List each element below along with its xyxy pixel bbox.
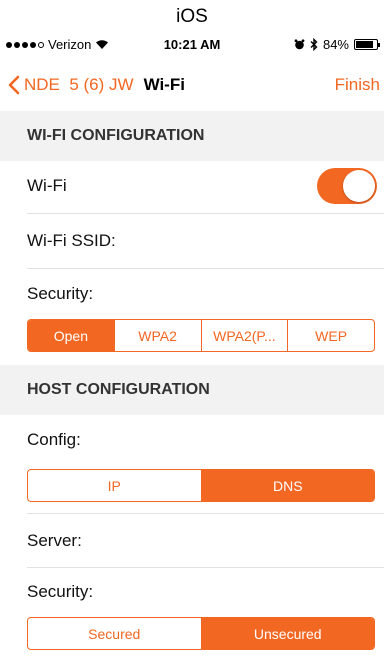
- wifi-row: Wi-Fi: [0, 161, 384, 211]
- status-bar: Verizon 10:21 AM 84%: [0, 37, 384, 55]
- os-label: iOS: [176, 6, 208, 27]
- host-security-label: Security:: [27, 582, 94, 601]
- wifi-label: Wi-Fi: [27, 176, 67, 195]
- battery-icon: [354, 39, 380, 50]
- chevron-left-icon: [8, 75, 20, 95]
- back-button[interactable]: NDE 5 (6) JW: [8, 75, 134, 95]
- finish-button[interactable]: Finish: [335, 75, 380, 95]
- server-row[interactable]: Server:: [0, 517, 384, 565]
- divider: [27, 513, 384, 514]
- config-segmented-control: IP DNS: [27, 469, 375, 502]
- wifi-security-option-open[interactable]: Open: [28, 320, 114, 351]
- config-row: Config:: [0, 418, 384, 462]
- wifi-security-segmented-control: Open WPA2 WPA2(P... WEP: [27, 319, 375, 352]
- alarm-icon: [294, 39, 305, 50]
- host-security-row: Security:: [0, 570, 384, 614]
- wifi-security-option-wep[interactable]: WEP: [287, 320, 374, 351]
- wifi-ssid-label: Wi-Fi SSID:: [27, 231, 116, 250]
- navigation-bar: NDE 5 (6) JW Wi-Fi Finish: [0, 63, 384, 107]
- toggle-knob: [343, 170, 375, 202]
- host-configuration-header: HOST CONFIGURATION: [0, 365, 384, 415]
- wifi-security-label: Security:: [27, 284, 94, 303]
- server-label: Server:: [27, 531, 82, 550]
- config-option-ip[interactable]: IP: [28, 470, 201, 501]
- wifi-security-option-wpa2-personal[interactable]: WPA2(P...: [200, 320, 288, 351]
- wifi-toggle[interactable]: [317, 168, 377, 204]
- host-security-option-secured[interactable]: Secured: [28, 618, 201, 649]
- divider: [27, 268, 384, 269]
- wifi-ssid-row[interactable]: Wi-Fi SSID:: [0, 216, 384, 266]
- config-option-dns[interactable]: DNS: [200, 470, 374, 501]
- wifi-security-option-wpa2[interactable]: WPA2: [113, 320, 201, 351]
- host-security-segmented-control: Secured Unsecured: [27, 617, 375, 650]
- page-title: Wi-Fi: [143, 75, 185, 94]
- bluetooth-icon: [310, 38, 318, 51]
- config-label: Config:: [27, 430, 81, 449]
- back-button-label: NDE 5 (6) JW: [24, 75, 134, 94]
- battery-percent: 84%: [322, 37, 349, 52]
- host-security-option-unsecured[interactable]: Unsecured: [200, 618, 374, 649]
- divider: [27, 567, 384, 568]
- wifi-configuration-header: WI-FI CONFIGURATION: [0, 111, 384, 161]
- divider: [27, 213, 384, 214]
- wifi-security-row: Security:: [0, 272, 384, 316]
- status-right-group: 84%: [294, 37, 380, 52]
